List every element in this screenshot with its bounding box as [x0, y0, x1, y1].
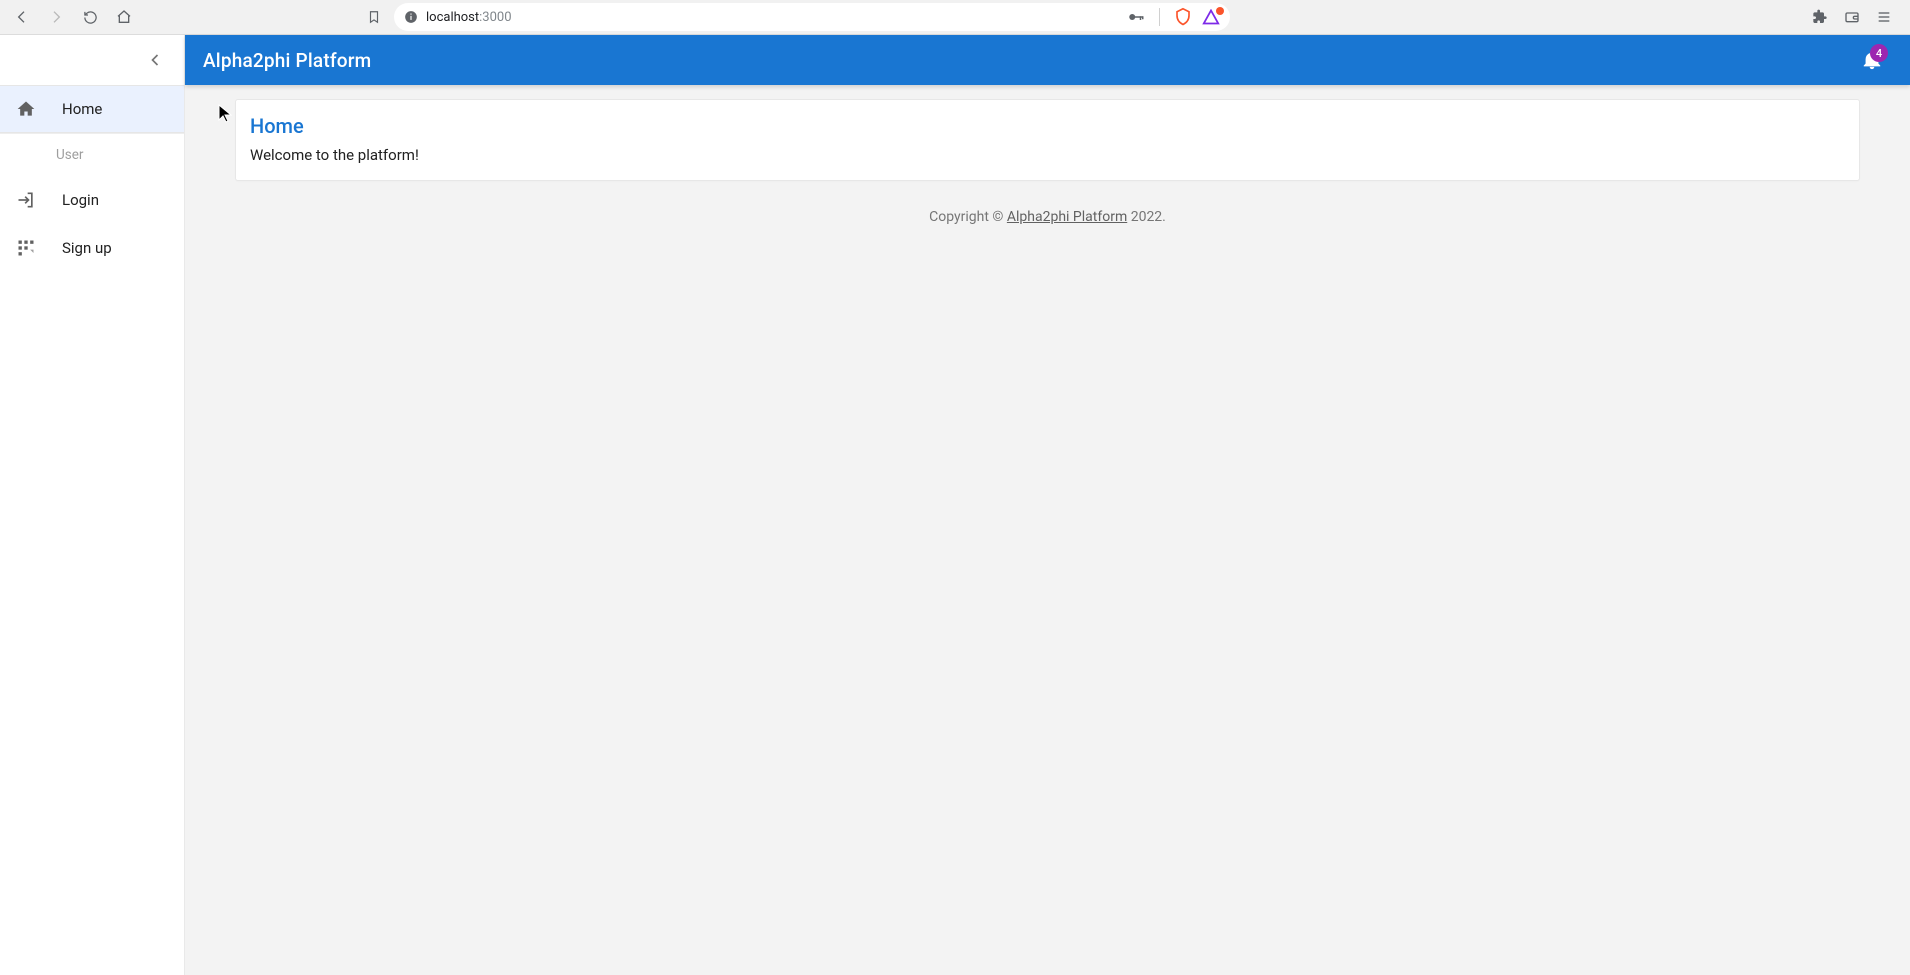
brave-rewards-icon[interactable] — [1202, 9, 1220, 25]
password-key-icon[interactable] — [1127, 8, 1145, 26]
sidebar-section-label: User — [56, 147, 83, 163]
notification-badge: 4 — [1870, 44, 1888, 62]
login-icon — [16, 190, 36, 210]
extensions-button[interactable] — [1806, 3, 1834, 31]
nav-reload-button[interactable] — [76, 3, 104, 31]
browser-menu-button[interactable] — [1870, 3, 1898, 31]
notifications-button[interactable]: 4 — [1852, 40, 1892, 80]
footer: Copyright © Alpha2phi Platform 2022. — [235, 209, 1860, 225]
footer-link[interactable]: Alpha2phi Platform — [1007, 209, 1127, 225]
url-text: localhost:3000 — [426, 10, 512, 25]
footer-prefix: Copyright © — [929, 209, 1007, 225]
site-info-icon[interactable] — [404, 10, 418, 24]
address-bar[interactable]: localhost:3000 — [394, 3, 1230, 31]
browser-toolbar: localhost:3000 — [0, 0, 1910, 35]
separator — [1159, 8, 1160, 26]
sidebar-item-label: Login — [62, 191, 99, 209]
sidebar-item-label: Sign up — [62, 239, 112, 257]
sidebar-item-home[interactable]: Home — [0, 85, 184, 133]
home-card: Home Welcome to the platform! — [235, 99, 1860, 181]
sidebar-collapse-button[interactable] — [138, 43, 172, 77]
footer-suffix: 2022. — [1127, 209, 1166, 225]
home-icon — [16, 99, 36, 119]
url-port: :3000 — [479, 10, 511, 25]
app-title: Alpha2phi Platform — [203, 49, 371, 72]
app-topbar: Alpha2phi Platform 4 — [185, 35, 1910, 85]
notification-dot — [1216, 7, 1224, 15]
signup-icon — [16, 238, 36, 258]
url-host: localhost — [426, 10, 479, 25]
nav-home-button[interactable] — [110, 3, 138, 31]
sidebar: Home User Login Sign up — [0, 35, 185, 975]
card-title: Home — [250, 114, 1845, 138]
card-body: Welcome to the platform! — [250, 146, 1845, 164]
nav-back-button[interactable] — [8, 3, 36, 31]
bookmark-button[interactable] — [360, 3, 388, 31]
sidebar-item-label: Home — [62, 100, 102, 118]
sidebar-item-login[interactable]: Login — [0, 176, 184, 224]
wallet-button[interactable] — [1838, 3, 1866, 31]
nav-forward-button — [42, 3, 70, 31]
brave-shields-icon[interactable] — [1174, 7, 1192, 27]
sidebar-section-user: User — [0, 134, 184, 176]
sidebar-item-signup[interactable]: Sign up — [0, 224, 184, 272]
